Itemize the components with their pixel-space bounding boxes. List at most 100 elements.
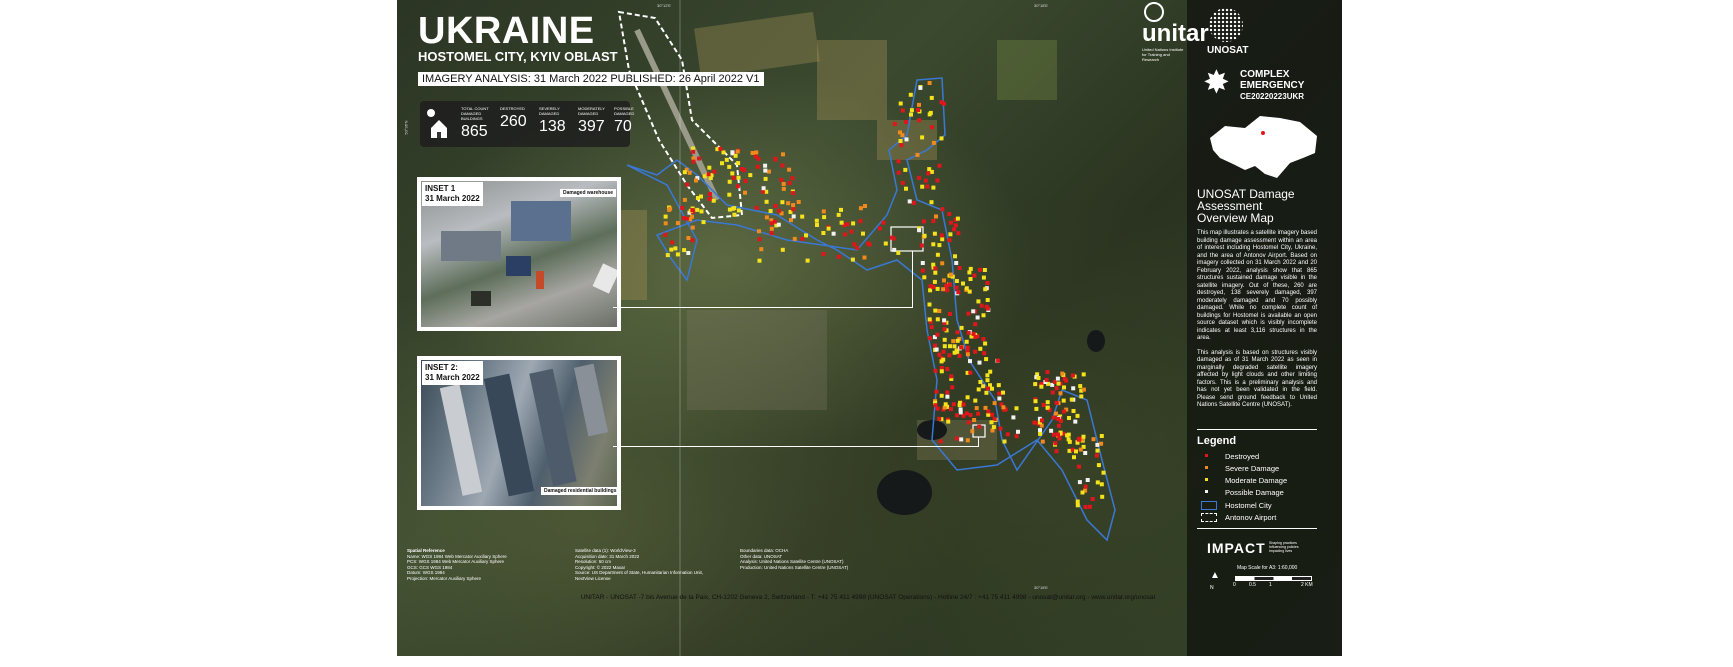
damage-marker bbox=[971, 309, 976, 314]
damage-marker bbox=[1080, 490, 1085, 495]
damage-marker bbox=[958, 400, 962, 405]
un-emblem-icon bbox=[1144, 2, 1164, 22]
damage-marker bbox=[927, 317, 932, 322]
damage-marker bbox=[800, 214, 805, 219]
damage-marker bbox=[1073, 419, 1078, 424]
damage-marker bbox=[1091, 437, 1096, 442]
satellite-data-metadata: Satellite data (1): WorldView-3 Acquisiti… bbox=[575, 548, 704, 581]
damage-marker bbox=[955, 330, 960, 335]
damage-marker bbox=[898, 101, 903, 106]
inset-1[interactable]: INSET 1 31 March 2022 Damaged warehouse bbox=[417, 177, 621, 331]
damage-marker bbox=[976, 299, 981, 304]
damage-marker bbox=[937, 352, 942, 357]
damage-marker bbox=[1075, 499, 1080, 504]
damage-marker bbox=[988, 369, 993, 374]
damage-marker bbox=[694, 178, 698, 183]
inset-2[interactable]: INSET 2: 31 March 2022 Damaged residentia… bbox=[417, 356, 621, 510]
damage-marker bbox=[945, 394, 950, 399]
damage-marker bbox=[791, 214, 796, 219]
damage-marker bbox=[815, 223, 819, 227]
damage-marker bbox=[754, 150, 759, 155]
damage-marker bbox=[787, 167, 792, 172]
damage-marker bbox=[1065, 433, 1070, 438]
damage-marker bbox=[1067, 439, 1072, 444]
damage-marker bbox=[934, 347, 939, 352]
damage-marker bbox=[940, 207, 945, 212]
damage-marker bbox=[920, 184, 925, 189]
damage-marker bbox=[953, 223, 958, 228]
damage-marker bbox=[939, 233, 944, 238]
damage-marker bbox=[942, 344, 947, 349]
damage-marker bbox=[1040, 418, 1044, 423]
satellite-map[interactable]: UKRAINE HOSTOMEL CITY, KYIV OBLAST IMAGE… bbox=[397, 0, 1342, 656]
damage-marker bbox=[1071, 409, 1076, 413]
damage-marker bbox=[939, 393, 944, 398]
damage-marker bbox=[949, 407, 953, 412]
damage-marker bbox=[981, 313, 986, 318]
warehouse-roof bbox=[511, 201, 571, 241]
unosat-globe-icon bbox=[1209, 8, 1243, 42]
stat-possible-damaged: Possible Damaged 70 bbox=[614, 106, 635, 135]
damage-marker bbox=[972, 418, 977, 422]
damage-marker bbox=[1101, 470, 1106, 475]
damage-marker bbox=[760, 189, 765, 194]
damage-marker bbox=[727, 164, 732, 169]
damage-marker bbox=[951, 402, 956, 407]
damage-marker bbox=[757, 237, 762, 242]
divider bbox=[1197, 429, 1317, 430]
damage-marker bbox=[822, 215, 827, 220]
damage-marker bbox=[935, 252, 940, 257]
damage-marker bbox=[940, 237, 945, 242]
impact-logo: IMPACT bbox=[1207, 540, 1266, 556]
damage-marker bbox=[691, 159, 696, 164]
damage-marker bbox=[1077, 480, 1082, 485]
damage-marker bbox=[892, 247, 897, 252]
damage-marker bbox=[904, 120, 909, 124]
damage-marker bbox=[772, 219, 777, 224]
damage-marker bbox=[896, 159, 901, 164]
damage-marker bbox=[1033, 382, 1038, 387]
damage-marker bbox=[1056, 381, 1061, 386]
damage-marker bbox=[916, 108, 921, 112]
damage-marker bbox=[764, 199, 769, 204]
damage-marker bbox=[1057, 436, 1062, 441]
stat-severely-damaged: Severely Damaged 138 bbox=[539, 106, 566, 135]
damage-marker bbox=[938, 439, 943, 444]
damage-marker bbox=[1032, 420, 1037, 425]
damage-marker bbox=[918, 85, 923, 90]
damage-marker bbox=[968, 370, 973, 375]
inset-1-callout: Damaged warehouse bbox=[560, 189, 617, 197]
damage-marker bbox=[978, 267, 982, 272]
damage-marker bbox=[1062, 385, 1066, 390]
analysis-metadata: Boundaries data: OCHA Other data: UNOSAT A… bbox=[740, 548, 849, 570]
scale-tick: 0.5 bbox=[1249, 582, 1256, 588]
damage-marker bbox=[763, 163, 768, 168]
damage-marker bbox=[1050, 390, 1055, 395]
damage-marker bbox=[935, 406, 940, 411]
damage-marker bbox=[1058, 391, 1063, 396]
warehouse-roof bbox=[441, 231, 501, 261]
damage-marker bbox=[935, 317, 940, 322]
damage-marker bbox=[926, 171, 931, 176]
damage-marker bbox=[1001, 405, 1006, 410]
damage-marker bbox=[959, 325, 964, 330]
damage-marker bbox=[1078, 384, 1083, 389]
damage-marker bbox=[780, 200, 785, 205]
damage-marker bbox=[821, 231, 826, 235]
damage-marker bbox=[956, 231, 961, 236]
damage-marker bbox=[866, 241, 871, 246]
damage-marker bbox=[804, 233, 808, 238]
damage-marker bbox=[743, 190, 747, 195]
damage-marker bbox=[1014, 434, 1019, 439]
damage-marker bbox=[929, 95, 934, 100]
damage-marker bbox=[956, 290, 961, 295]
damage-marker bbox=[680, 205, 685, 210]
damage-marker bbox=[977, 360, 982, 365]
damage-marker bbox=[768, 209, 773, 213]
unitar-logo: unitar bbox=[1142, 20, 1209, 47]
damage-marker bbox=[923, 178, 928, 183]
damage-marker bbox=[764, 215, 769, 220]
damage-marker bbox=[836, 212, 841, 217]
damage-marker bbox=[900, 133, 905, 138]
damage-marker bbox=[982, 268, 987, 272]
